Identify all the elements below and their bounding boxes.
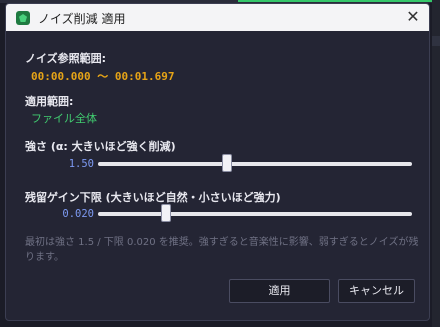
close-button[interactable]: ✕ [402, 6, 424, 28]
noise-reduction-dialog: ノイズ削減 適用 ✕ ノイズ参照範囲: 00:00.000 〜 00:01.69… [5, 3, 430, 321]
apply-range-label: 適用範囲: [25, 95, 74, 108]
title-bar[interactable]: ノイズ削減 適用 ✕ [6, 4, 429, 31]
strength-label: 強さ (α: 大きいほど強く削減) [25, 140, 176, 153]
floor-value: 0.020 [62, 208, 94, 220]
app-gem-icon [16, 11, 30, 25]
noise-ref-range: 00:00.000 〜 00:01.697 [31, 70, 175, 83]
noise-ref-label: ノイズ参照範囲: [25, 52, 107, 65]
floor-label: 残留ゲイン下限 (大きいほど自然・小さいほど強力) [25, 191, 281, 204]
recommendation-hint: 最初は強さ 1.5 / 下限 0.020 を推奨。強すぎると音楽性に影響、弱すぎ… [25, 237, 419, 263]
apply-button[interactable]: 適用 [229, 279, 330, 303]
window-title: ノイズ削減 適用 [38, 12, 126, 26]
floor-slider-thumb[interactable] [160, 204, 171, 222]
strength-slider-thumb[interactable] [221, 154, 232, 172]
floor-slider-track[interactable] [98, 212, 412, 216]
strength-slider-track[interactable] [98, 162, 412, 166]
floor-slider[interactable] [98, 204, 412, 222]
strength-slider[interactable] [98, 154, 412, 172]
background-progress-line [238, 0, 440, 2]
background-scroll-thumb [432, 36, 440, 46]
apply-range-value: ファイル全体 [31, 112, 97, 125]
background-scroll-strip [432, 0, 440, 327]
cancel-button[interactable]: キャンセル [338, 279, 415, 303]
strength-value: 1.50 [68, 158, 94, 170]
